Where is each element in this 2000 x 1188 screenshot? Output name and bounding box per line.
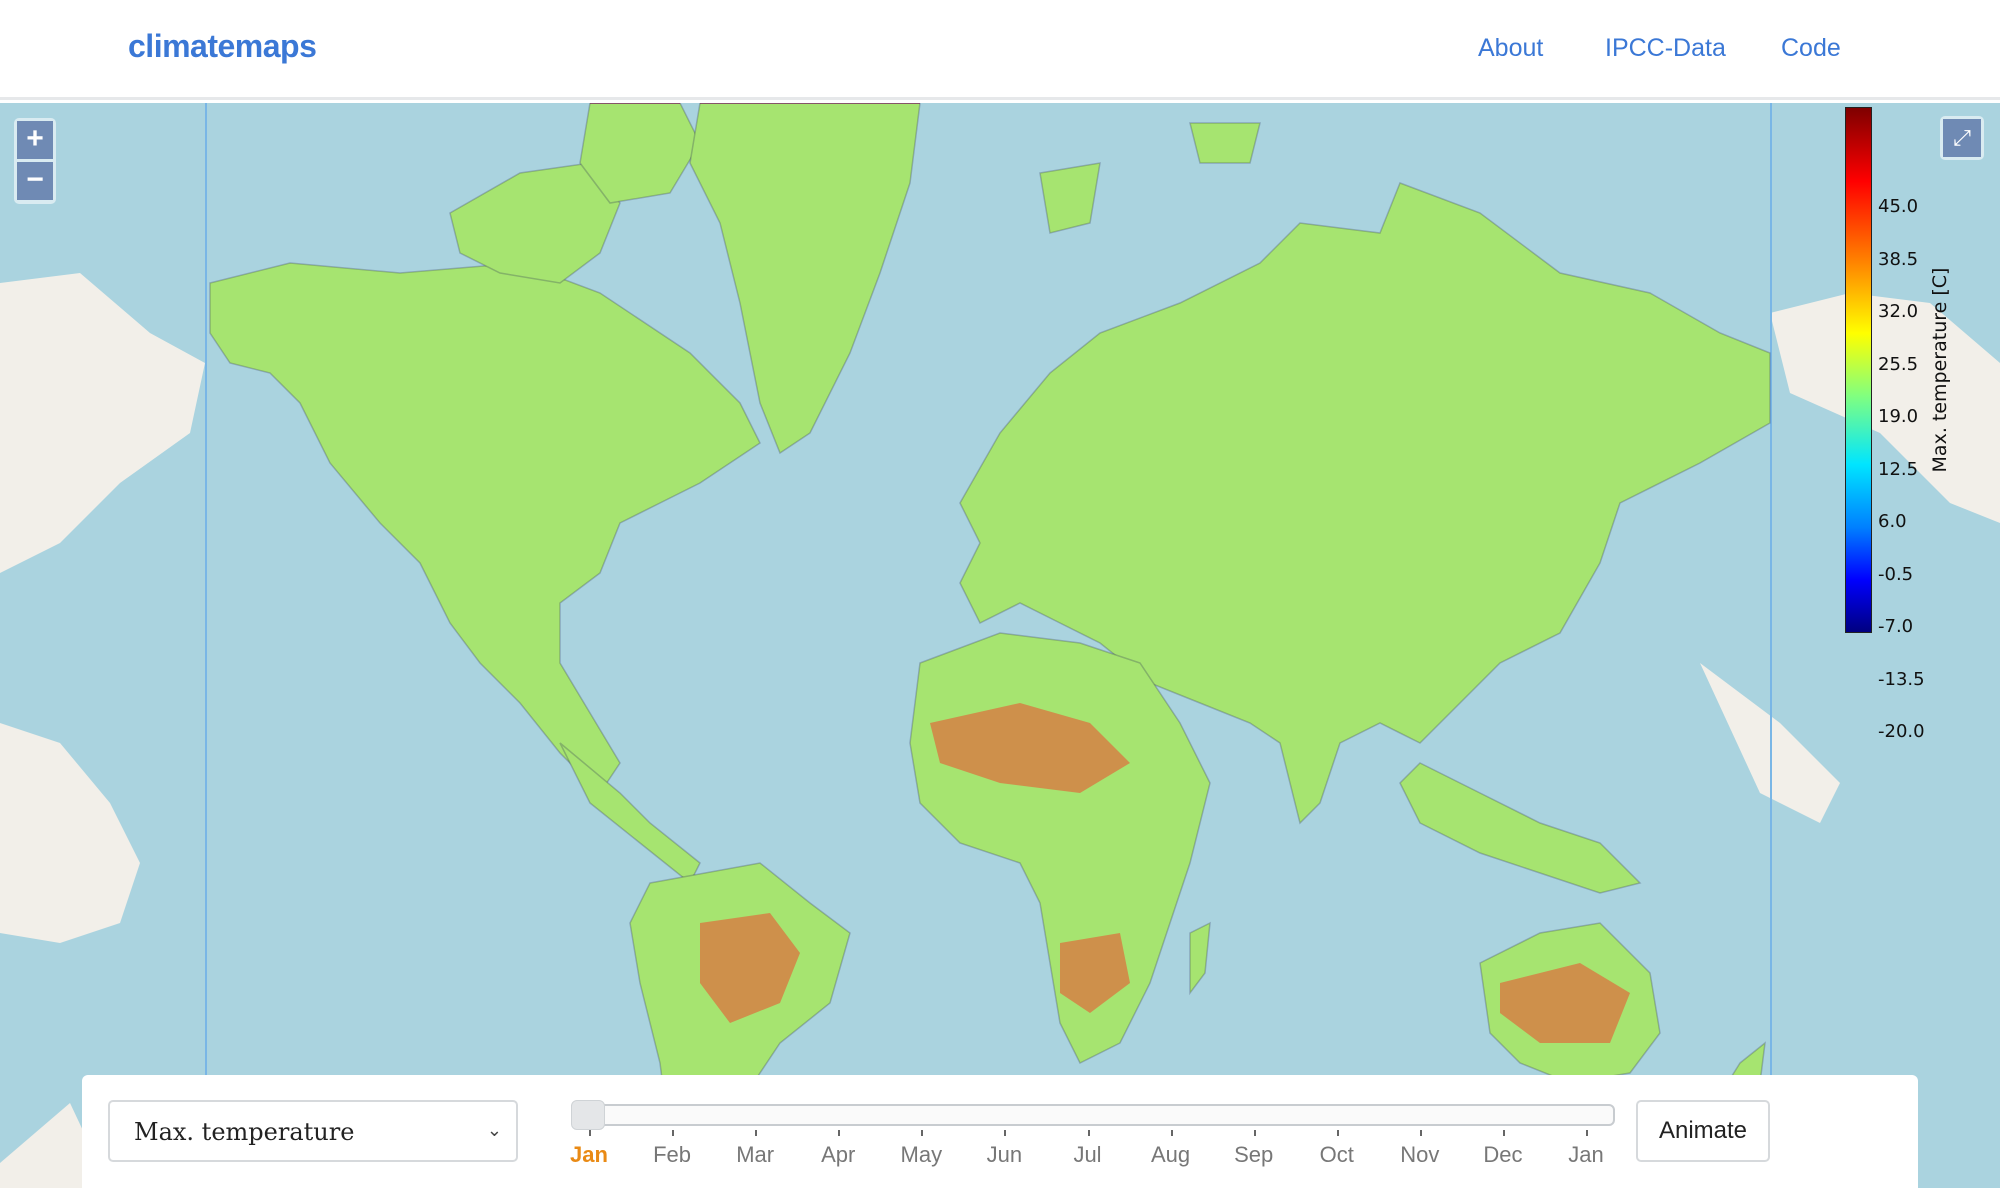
colorbar-tick-label: -0.5: [1878, 563, 1914, 585]
slider-tick: [921, 1130, 924, 1136]
nav-link-about[interactable]: About: [1478, 34, 1543, 63]
colorbar: [1845, 107, 1872, 633]
slider-tick: [755, 1130, 758, 1136]
slider-tick: [1087, 1130, 1090, 1136]
colorbar-tick-label: 45.0: [1878, 196, 1919, 217]
variable-select-value: Max. temperature: [134, 1118, 355, 1146]
fullscreen-control: ⤢: [1940, 116, 1984, 160]
slider-tick: [1253, 1130, 1256, 1136]
slider-tick: [589, 1130, 591, 1136]
slider-tick: [1004, 1130, 1007, 1136]
slider-tick: [1336, 1130, 1339, 1136]
slider-tick: [1586, 1130, 1588, 1136]
month-label-nov[interactable]: Nov: [1400, 1142, 1439, 1168]
fullscreen-icon[interactable]: ⤢: [1943, 119, 1981, 157]
slider-tick: [1502, 1130, 1505, 1136]
nav-link-code[interactable]: Code: [1781, 34, 1841, 63]
colorbar-tick-label: 6.0: [1878, 511, 1907, 532]
colorbar-tick-label: 12.5: [1878, 458, 1919, 480]
colorbar-tick-label: 38.5: [1878, 248, 1919, 270]
animate-button[interactable]: Animate: [1636, 1100, 1770, 1162]
month-label-sep[interactable]: Sep: [1234, 1142, 1273, 1168]
slider-tick: [838, 1130, 841, 1136]
zoom-control: + −: [14, 118, 56, 204]
month-label-apr[interactable]: Apr: [821, 1142, 855, 1168]
colorbar-tick-label: -20.0: [1878, 721, 1925, 742]
slider-tick: [1170, 1130, 1173, 1136]
climate-map-layer: [0, 103, 2000, 1188]
month-slider[interactable]: Jan Feb Mar Apr May Jun Jul Aug Sep Oct Nov Dec Jan: [551, 1100, 1669, 1172]
month-label-jan[interactable]: Jan: [1568, 1142, 1603, 1168]
control-panel: Max. temperature ⌄ Jan Feb Mar Apr May Jun Jul…: [82, 1075, 1918, 1188]
colorbar-tick-label: -7.0: [1878, 616, 1914, 637]
colorbar-tick-label: 19.0: [1878, 406, 1919, 427]
nav-link-ipcc-data[interactable]: IPCC-Data: [1605, 34, 1726, 63]
colorbar-title: Max. temperature [C]: [1929, 267, 1951, 473]
slider-track[interactable]: [581, 1104, 1615, 1126]
slider-handle[interactable]: [571, 1100, 605, 1130]
colorbar-tick-label: -13.5: [1878, 668, 1925, 690]
map-view[interactable]: + − ⤢: [0, 103, 2000, 1188]
slider-tick: [672, 1130, 675, 1136]
month-label-feb[interactable]: Feb: [653, 1142, 691, 1168]
colorbar-tick-label: 32.0: [1878, 301, 1919, 322]
month-label-jan[interactable]: Jan: [570, 1142, 608, 1168]
month-label-dec[interactable]: Dec: [1483, 1142, 1522, 1168]
chevron-down-icon: ⌄: [486, 1120, 502, 1140]
month-label-mar[interactable]: Mar: [736, 1142, 774, 1168]
slider-tick: [1419, 1130, 1422, 1136]
month-label-aug[interactable]: Aug: [1151, 1142, 1190, 1168]
brand-logo[interactable]: climatemaps: [128, 28, 317, 65]
zoom-in-button[interactable]: +: [17, 121, 53, 159]
zoom-out-button[interactable]: −: [17, 162, 53, 200]
colorbar-tick-label: 25.5: [1878, 353, 1919, 375]
month-label-jun[interactable]: Jun: [987, 1142, 1022, 1168]
variable-select[interactable]: Max. temperature ⌄: [108, 1100, 518, 1162]
month-label-oct[interactable]: Oct: [1320, 1142, 1354, 1168]
month-label-jul[interactable]: Jul: [1073, 1142, 1101, 1168]
navbar: climatemaps About IPCC-Data Code: [0, 0, 2000, 100]
month-label-may[interactable]: May: [901, 1142, 943, 1168]
